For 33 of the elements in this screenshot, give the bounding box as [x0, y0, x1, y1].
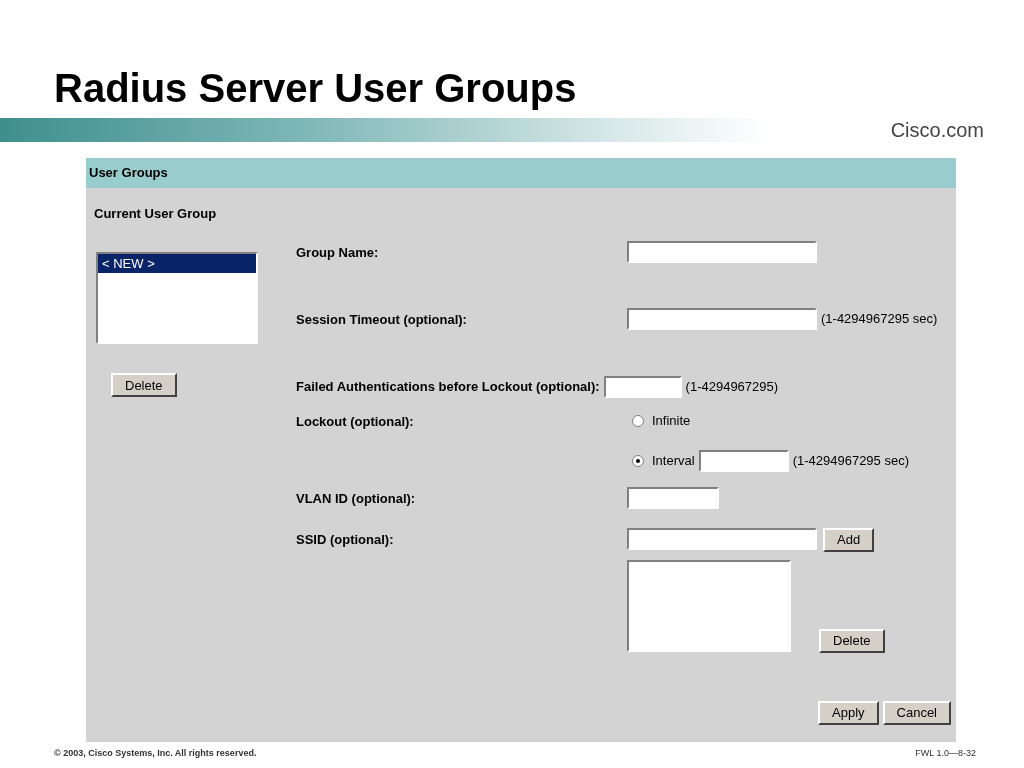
panel-header: User Groups — [86, 158, 956, 188]
radio-button[interactable] — [632, 415, 644, 427]
action-button[interactable]: Delete — [819, 628, 885, 653]
field-label: Current User Group — [94, 205, 218, 223]
text-field[interactable] — [698, 450, 789, 472]
slide-code: FWL 1.0—8-32 — [915, 747, 976, 760]
text-field[interactable] — [603, 376, 682, 398]
action-button[interactable]: Add — [823, 528, 875, 552]
text-field[interactable] — [627, 487, 719, 509]
field-label: Session Timeout (optional): — [296, 312, 467, 327]
radio-label: Infinite — [652, 412, 691, 431]
group-list[interactable]: < NEW > — [96, 251, 258, 344]
range-hint: (1-4294967295) — [685, 378, 779, 397]
copyright-text: © 2003, Cisco Systems, Inc. All rights reserved. — [54, 747, 257, 760]
text-field[interactable] — [627, 308, 817, 330]
field-label: Group Name: — [296, 245, 379, 260]
slide-title: Radius Server User Groups — [54, 68, 578, 108]
action-button[interactable]: Cancel — [882, 700, 951, 725]
list-item[interactable]: < NEW > — [98, 253, 256, 273]
text-field[interactable] — [627, 241, 817, 263]
field-label: VLAN ID (optional): — [296, 491, 416, 506]
radio-button[interactable] — [632, 455, 644, 467]
field-label: SSID (optional): — [296, 531, 394, 550]
action-button[interactable]: Apply — [818, 700, 879, 725]
field-label: Failed Authentications before Lockout (optional): — [296, 378, 600, 397]
action-button[interactable]: Delete — [111, 373, 177, 398]
field-label: Lockout (optional): — [296, 414, 414, 429]
logo-text: Cisco.com — [890, 118, 984, 143]
ssid-list[interactable] — [627, 560, 791, 652]
range-hint: (1-4294967295 sec) — [821, 310, 938, 329]
range-hint: (1-4294967295 sec) — [792, 452, 909, 471]
radio-label: Interval — [652, 452, 695, 471]
text-field[interactable] — [627, 528, 817, 550]
